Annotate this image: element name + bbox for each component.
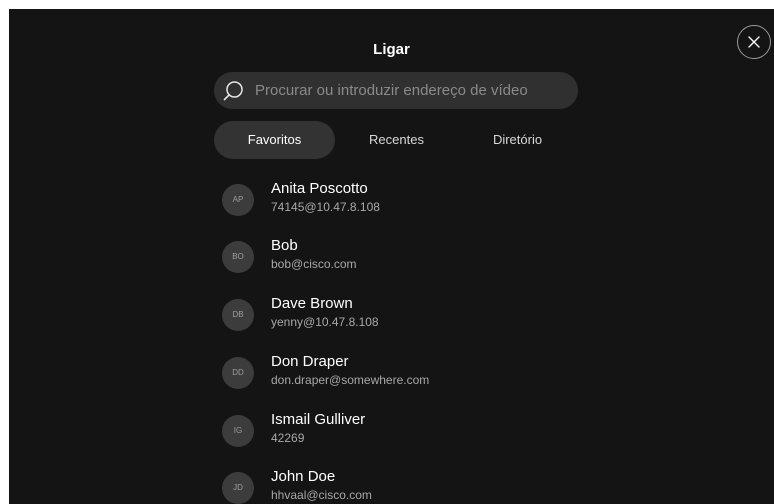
contact-item[interactable]: DB Dave Brown yenny@10.47.8.108: [222, 295, 622, 336]
close-icon: [748, 36, 760, 48]
contact-name: Ismail Gulliver: [271, 411, 366, 428]
search-icon: [223, 81, 243, 101]
contact-name: Anita Poscotto: [271, 180, 368, 197]
contact-item[interactable]: AP Anita Poscotto 74145@10.47.8.108: [222, 180, 622, 221]
contact-address: 74145@10.47.8.108: [271, 200, 380, 214]
contact-item[interactable]: DD Don Draper don.draper@somewhere.com: [222, 353, 622, 394]
dialog-title: Ligar: [373, 41, 410, 58]
avatar: IG: [222, 415, 254, 447]
contact-item[interactable]: IG Ismail Gulliver 42269: [222, 411, 622, 452]
contact-name: Don Draper: [271, 353, 349, 370]
tab-diretorio[interactable]: Diretório: [459, 121, 576, 159]
avatar: DD: [222, 357, 254, 389]
search-placeholder: Procurar ou introduzir endereço de vídeo: [255, 82, 528, 99]
avatar: BO: [222, 241, 254, 273]
call-dialog: Ligar Procurar ou introduzir endereço de…: [9, 9, 774, 504]
avatar: DB: [222, 299, 254, 331]
contact-item[interactable]: BO Bob bob@cisco.com: [222, 237, 622, 278]
tab-favoritos[interactable]: Favoritos: [214, 121, 335, 159]
contact-name: Bob: [271, 237, 298, 254]
contact-item[interactable]: JD John Doe hhvaal@cisco.com: [222, 468, 622, 504]
close-button[interactable]: [737, 25, 771, 59]
avatar: AP: [222, 184, 254, 216]
contact-name: John Doe: [271, 468, 336, 485]
contact-name: Dave Brown: [271, 295, 353, 312]
contact-address: hhvaal@cisco.com: [271, 488, 372, 502]
contact-address: yenny@10.47.8.108: [271, 315, 379, 329]
contact-address: 42269: [271, 431, 305, 445]
tab-recentes[interactable]: Recentes: [339, 121, 454, 159]
avatar: JD: [222, 472, 254, 504]
contact-address: don.draper@somewhere.com: [271, 373, 430, 387]
contact-address: bob@cisco.com: [271, 257, 357, 271]
search-input[interactable]: Procurar ou introduzir endereço de vídeo: [214, 72, 578, 109]
